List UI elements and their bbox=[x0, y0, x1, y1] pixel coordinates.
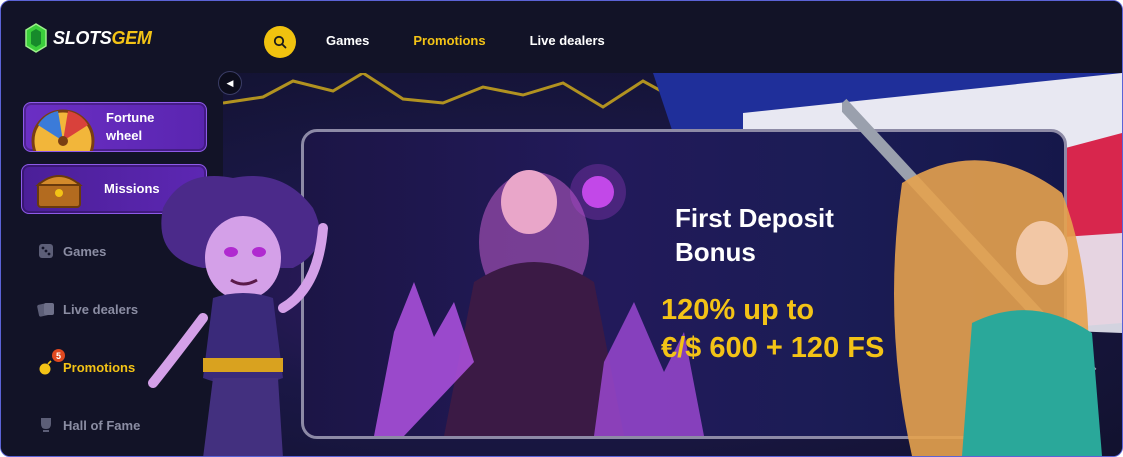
fortune-wheel-icon bbox=[31, 109, 95, 151]
app-frame: SLOTSGEM Games Promotions Live dealers F… bbox=[0, 0, 1123, 457]
nav-games[interactable]: Games bbox=[326, 33, 369, 48]
medusa-illustration bbox=[148, 176, 328, 456]
trophy-icon bbox=[37, 416, 55, 434]
promotions-count-badge: 5 bbox=[52, 349, 65, 362]
sidebar-item-games[interactable]: Games bbox=[37, 242, 106, 260]
chevron-left-icon: ◀ bbox=[226, 77, 234, 88]
main-nav: Games Promotions Live dealers bbox=[326, 33, 605, 48]
nav-promotions[interactable]: Promotions bbox=[413, 33, 485, 48]
nav-live-dealers[interactable]: Live dealers bbox=[530, 33, 605, 48]
sidebar-item-label: Hall of Fame bbox=[63, 417, 141, 433]
sidebar-collapse-button[interactable]: ◀ bbox=[218, 71, 242, 95]
site-logo[interactable]: SLOTSGEM bbox=[25, 23, 152, 53]
search-button[interactable] bbox=[264, 26, 296, 58]
gem-icon bbox=[25, 23, 47, 53]
treasure-chest-icon bbox=[35, 175, 83, 208]
fortune-wheel-card[interactable]: Fortune wheel bbox=[23, 102, 207, 152]
sidebar-item-hall-of-fame[interactable]: Hall of Fame bbox=[37, 416, 140, 434]
sidebar-item-promotions[interactable]: 5 Promotions bbox=[37, 349, 136, 376]
bomb-icon: 5 bbox=[37, 349, 65, 376]
archer-illustration bbox=[842, 98, 1102, 456]
fortune-wheel-label: Fortune wheel bbox=[106, 110, 155, 143]
sidebar-item-label: Live dealers bbox=[63, 301, 139, 317]
sidebar-item-label: Promotions bbox=[63, 359, 136, 375]
dice-icon bbox=[37, 242, 55, 260]
logo-text: SLOTSGEM bbox=[53, 27, 152, 48]
bonus-headline: First Deposit Bonus bbox=[675, 203, 834, 267]
top-bar: SLOTSGEM Games Promotions Live dealers bbox=[1, 1, 1122, 73]
sidebar-item-label: Games bbox=[63, 243, 107, 259]
search-icon bbox=[273, 35, 287, 49]
cards-icon bbox=[37, 300, 55, 318]
sidebar-item-live-dealers[interactable]: Live dealers bbox=[37, 300, 138, 318]
